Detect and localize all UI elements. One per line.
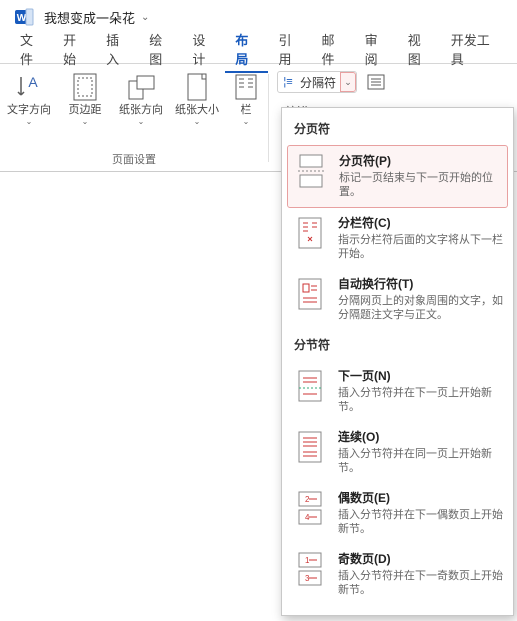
next-page-icon [294,367,326,405]
item-title: 下一页(N) [338,367,503,384]
group-label: 页面设置 [0,151,268,167]
chevron-down-icon[interactable]: ⌄ [340,72,356,92]
item-title: 连续(O) [338,428,503,445]
breaks-split-button[interactable]: ¦≡ 分隔符 ⌄ [277,71,357,93]
item-title: 奇数页(D) [338,550,503,567]
even-page-icon: 24 [294,489,326,527]
tab-developer[interactable]: 开发工具 [441,24,507,73]
item-desc: 插入分节符并在下一偶数页上开始新节。 [338,508,503,536]
margins-icon [70,72,100,102]
tab-view[interactable]: 视图 [398,24,441,73]
item-title: 分页符(P) [339,152,502,169]
columns-label: 栏 [241,104,252,117]
continuous-icon [294,428,326,466]
columns-button[interactable]: 栏 ⌄ [227,70,265,128]
menu-item-odd-page[interactable]: 13 奇数页(D) 插入分节符并在下一奇数页上开始新节。 [282,544,513,605]
item-desc: 插入分节符并在下一页上开始新节。 [338,386,503,414]
item-title: 偶数页(E) [338,489,503,506]
text-direction-button[interactable]: A 文字方向 ⌄ [3,70,55,128]
margins-label: 页边距 [69,104,102,117]
dropdown-header-page-breaks: 分页符 [282,114,513,145]
menu-item-column-break[interactable]: 分栏符(C) 指示分栏符后面的文字将从下一栏开始。 [282,208,513,269]
menu-item-next-page[interactable]: 下一页(N) 插入分节符并在下一页上开始新节。 [282,361,513,422]
text-direction-label: 文字方向 [7,104,51,117]
column-break-icon [294,214,326,252]
breaks-icon: ¦≡ [278,76,298,88]
item-desc: 插入分节符并在下一奇数页上开始新节。 [338,569,503,597]
item-desc: 指示分栏符后面的文字将从下一栏开始。 [338,233,503,261]
chevron-down-icon[interactable]: ⌄ [141,12,149,23]
size-button[interactable]: 纸张大小 ⌄ [171,70,223,128]
menu-item-text-wrapping[interactable]: 自动换行符(T) 分隔网页上的对象周围的文字，如分隔题注文字与正文。 [282,269,513,330]
menu-item-even-page[interactable]: 24 偶数页(E) 插入分节符并在下一偶数页上开始新节。 [282,483,513,544]
line-numbers-button[interactable] [363,71,389,93]
columns-icon [231,72,261,102]
chevron-down-icon: ⌄ [82,117,89,126]
odd-page-icon: 13 [294,550,326,588]
line-numbers-icon [366,73,386,91]
svg-text:A: A [28,74,38,90]
orientation-label: 纸张方向 [119,104,163,117]
chevron-down-icon: ⌄ [138,117,145,126]
item-desc: 插入分节符并在同一页上开始新节。 [338,447,503,475]
chevron-down-icon: ⌄ [243,117,250,126]
breaks-dropdown: 分页符 分页符(P) 标记一页结束与下一页开始的位置。 分栏符(C) 指示分栏符… [281,107,514,616]
page-break-icon [295,152,327,190]
text-direction-icon: A [14,72,44,102]
orientation-button[interactable]: 纸张方向 ⌄ [115,70,167,128]
orientation-icon [126,72,156,102]
chevron-down-icon: ⌄ [26,117,33,126]
size-label: 纸张大小 [175,104,219,117]
menu-item-page-break[interactable]: 分页符(P) 标记一页结束与下一页开始的位置。 [287,145,508,208]
item-title: 分栏符(C) [338,214,503,231]
text-wrap-icon [294,275,326,313]
size-icon [182,72,212,102]
dropdown-header-section-breaks: 分节符 [282,330,513,361]
ribbon-tabs: 文件 开始 插入 绘图 设计 布局 引用 邮件 审阅 视图 开发工具 [0,34,517,64]
svg-text:W: W [17,13,27,24]
menu-item-continuous[interactable]: 连续(O) 插入分节符并在同一页上开始新节。 [282,422,513,483]
item-desc: 标记一页结束与下一页开始的位置。 [339,171,502,199]
margins-button[interactable]: 页边距 ⌄ [59,70,111,128]
item-desc: 分隔网页上的对象周围的文字，如分隔题注文字与正文。 [338,294,503,322]
breaks-label: 分隔符 [298,74,338,91]
group-page-setup: A 文字方向 ⌄ 页边距 ⌄ 纸张方向 ⌄ 纸张大小 ⌄ 栏 [0,64,268,171]
item-title: 自动换行符(T) [338,275,503,292]
chevron-down-icon: ⌄ [194,117,201,126]
